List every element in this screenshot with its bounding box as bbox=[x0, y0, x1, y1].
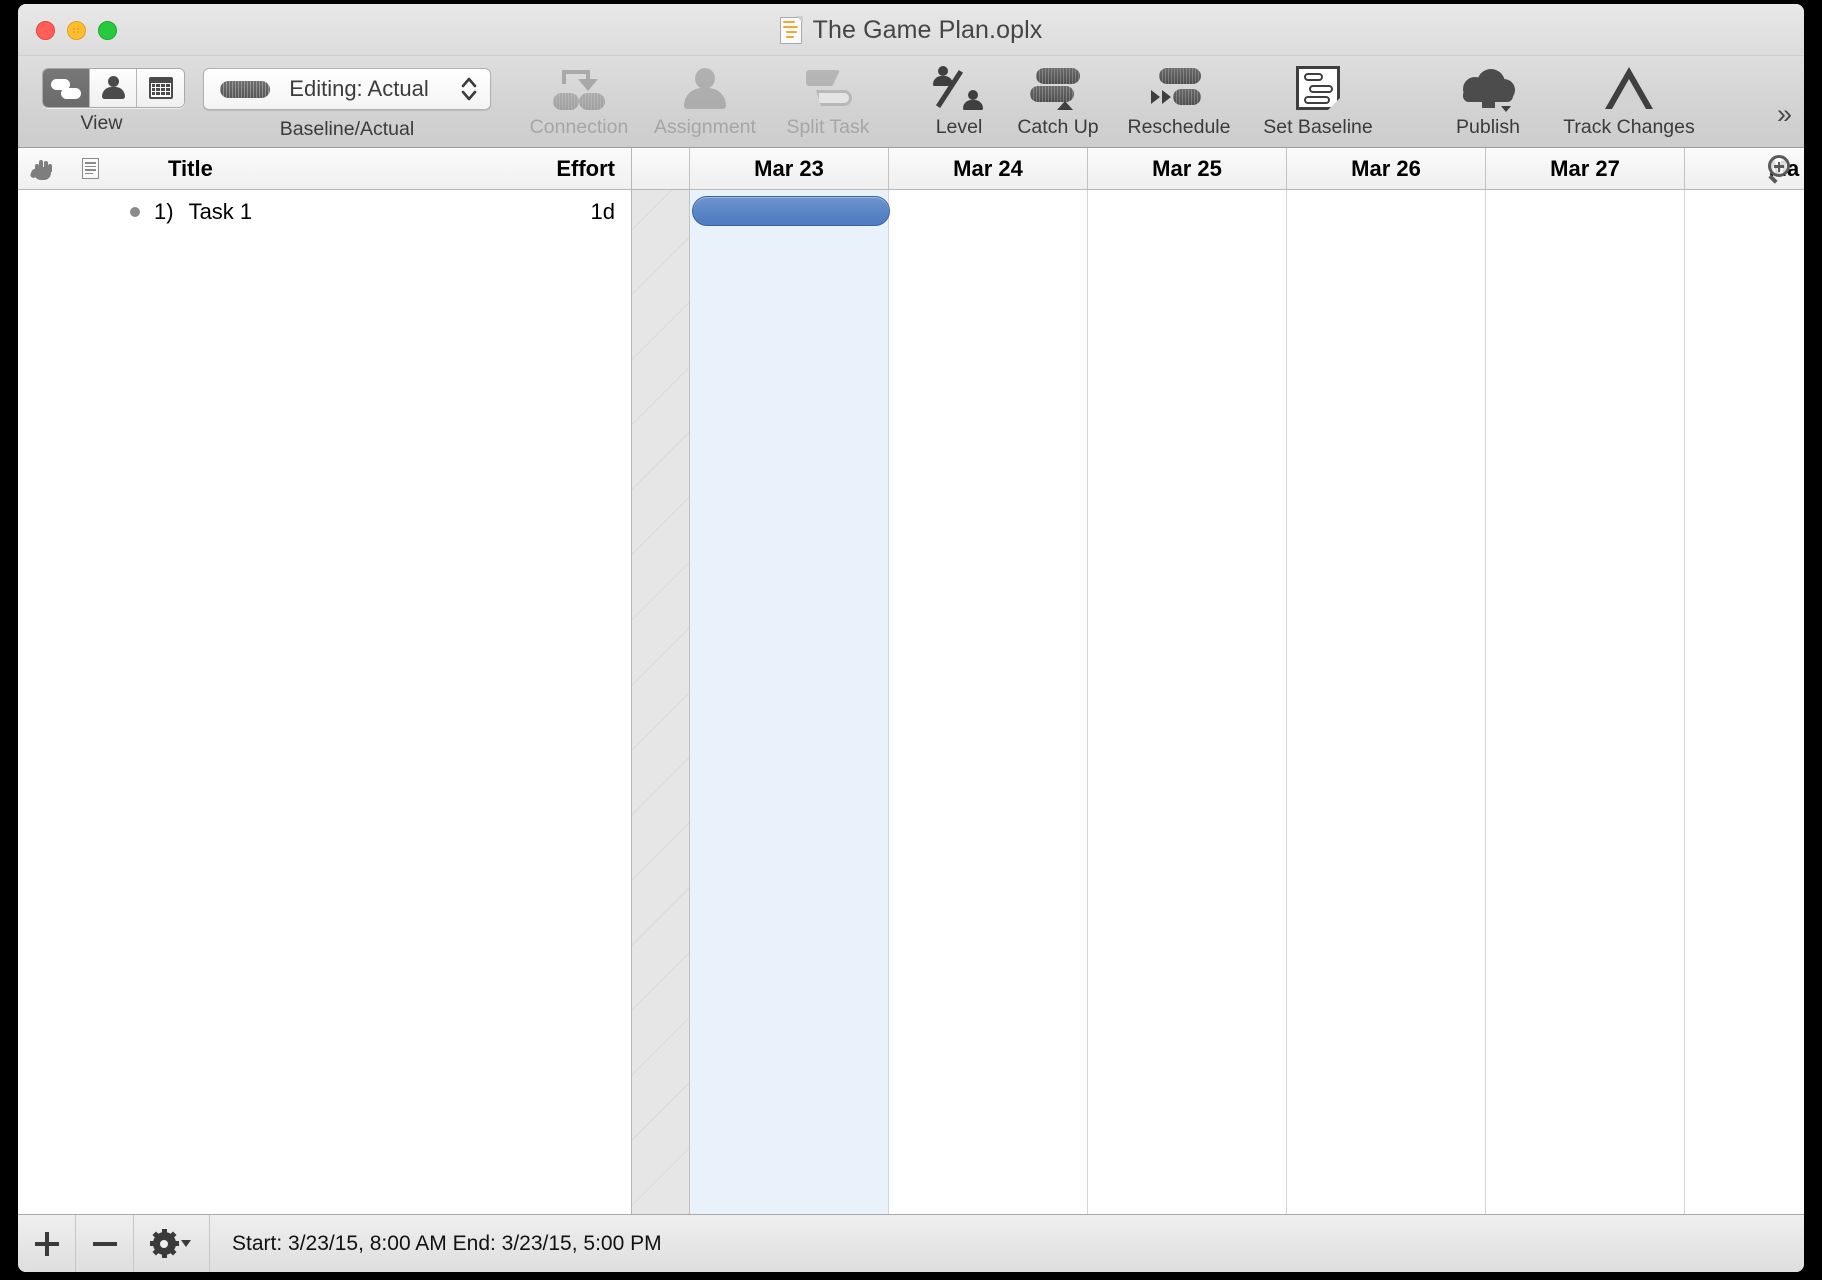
catch-up-icon bbox=[1030, 66, 1086, 110]
note-icon bbox=[81, 158, 99, 179]
toolbar-overflow-button[interactable]: » bbox=[1777, 99, 1792, 130]
track-changes-label: Track Changes bbox=[1563, 116, 1695, 138]
split-task-button[interactable]: Split Task bbox=[769, 63, 887, 143]
chevron-updown-icon bbox=[461, 77, 477, 101]
action-menu-button[interactable] bbox=[134, 1215, 210, 1272]
date-header-mar-27[interactable]: Mar 27 bbox=[1486, 148, 1685, 189]
task-outline: Title Effort 1) Task 1 1d bbox=[18, 148, 632, 1214]
title-column-header[interactable]: Title bbox=[114, 156, 556, 182]
set-baseline-icon bbox=[1296, 66, 1341, 111]
date-header-mar-25[interactable]: Mar 25 bbox=[1088, 148, 1287, 189]
task-number: 1) bbox=[154, 199, 174, 224]
level-button[interactable]: Level bbox=[915, 63, 1003, 143]
gantt-column-mar-24[interactable] bbox=[889, 190, 1088, 1214]
sidebar-item-calendar-view[interactable] bbox=[137, 68, 184, 107]
chevron-down-icon bbox=[180, 1240, 191, 1247]
bar-swatch-icon bbox=[220, 80, 270, 98]
note-column-header[interactable] bbox=[66, 158, 114, 179]
catch-up-button[interactable]: Catch Up bbox=[1003, 63, 1113, 143]
outline-empty-area[interactable] bbox=[18, 234, 631, 1214]
gantt-timeline-header: Mar 23 Mar 24 Mar 25 Mar 26 Mar 27 Ma bbox=[632, 148, 1804, 190]
set-baseline-label: Set Baseline bbox=[1263, 116, 1373, 138]
view-group-label: View bbox=[80, 112, 123, 134]
track-changes-button[interactable]: Track Changes bbox=[1541, 63, 1717, 143]
outline-header: Title Effort bbox=[18, 148, 631, 190]
gantt-chart: Mar 23 Mar 24 Mar 25 Mar 26 Mar 27 Ma bbox=[632, 148, 1804, 1214]
task-effort[interactable]: 1d bbox=[591, 199, 631, 225]
window-title: The Game Plan.oplx bbox=[812, 15, 1043, 44]
person-icon bbox=[102, 76, 125, 99]
connection-button[interactable]: Connection bbox=[517, 63, 641, 143]
date-header-mar-23[interactable]: Mar 23 bbox=[690, 148, 889, 189]
titlebar: The Game Plan.oplx bbox=[18, 4, 1804, 56]
level-icon bbox=[931, 66, 987, 110]
lock-column-header[interactable] bbox=[18, 158, 66, 180]
date-header-mar-24[interactable]: Mar 24 bbox=[889, 148, 1088, 189]
date-header-mar-26[interactable]: Mar 26 bbox=[1287, 148, 1486, 189]
publish-label: Publish bbox=[1456, 116, 1520, 138]
table-row[interactable]: 1) Task 1 1d bbox=[18, 190, 631, 234]
task-status-bullet bbox=[130, 207, 140, 217]
remove-task-button[interactable] bbox=[76, 1215, 134, 1272]
stepper-icon[interactable] bbox=[454, 74, 484, 104]
status-bar: Start: 3/23/15, 8:00 AM End: 3/23/15, 5:… bbox=[18, 1214, 1804, 1272]
status-text: Start: 3/23/15, 8:00 AM End: 3/23/15, 5:… bbox=[232, 1231, 662, 1255]
non-working-gutter bbox=[632, 190, 690, 1214]
baseline-actual-popup[interactable]: Editing: Actual bbox=[203, 68, 491, 110]
main-content: Title Effort 1) Task 1 1d Mar 23 Mar 24 … bbox=[18, 148, 1804, 1214]
gantt-column-mar-27[interactable] bbox=[1486, 190, 1685, 1214]
app-window: The Game Plan.oplx View Editing: Actual … bbox=[18, 4, 1804, 1272]
baseline-actual-group: Editing: Actual Baseline/Actual bbox=[203, 66, 491, 141]
hand-icon bbox=[29, 158, 53, 180]
minus-icon bbox=[92, 1241, 117, 1246]
connection-label: Connection bbox=[529, 116, 629, 138]
add-task-button[interactable] bbox=[18, 1215, 76, 1272]
gantt-column-mar-26[interactable] bbox=[1287, 190, 1486, 1214]
reschedule-button[interactable]: Reschedule bbox=[1113, 63, 1245, 143]
gantt-grid[interactable] bbox=[632, 190, 1804, 1214]
gantt-icon bbox=[51, 77, 81, 99]
zoom-in-icon[interactable] bbox=[1768, 155, 1796, 184]
assignment-label: Assignment bbox=[654, 116, 756, 138]
baseline-actual-label: Baseline/Actual bbox=[279, 118, 415, 140]
set-baseline-button[interactable]: Set Baseline bbox=[1245, 63, 1391, 143]
gantt-column-mar-23[interactable] bbox=[690, 190, 889, 1214]
connection-icon bbox=[551, 66, 607, 110]
document-icon bbox=[779, 15, 803, 44]
publish-cloud-icon bbox=[1459, 65, 1517, 112]
baseline-actual-value: Editing: Actual bbox=[289, 76, 429, 101]
reschedule-icon bbox=[1151, 68, 1207, 108]
split-task-icon bbox=[802, 68, 854, 108]
reschedule-label: Reschedule bbox=[1127, 116, 1231, 138]
sidebar-item-resource-view[interactable] bbox=[90, 68, 137, 107]
catch-up-label: Catch Up bbox=[1017, 116, 1099, 138]
publish-button[interactable]: Publish bbox=[1435, 63, 1541, 143]
level-label: Level bbox=[935, 116, 983, 138]
view-segmented-control[interactable] bbox=[42, 67, 185, 108]
task-title[interactable]: Task 1 bbox=[189, 199, 591, 225]
calendar-icon bbox=[148, 76, 173, 99]
sidebar-item-gantt-view[interactable] bbox=[43, 68, 90, 107]
window-title-group: The Game Plan.oplx bbox=[18, 4, 1804, 56]
gantt-gutter-header bbox=[632, 148, 690, 189]
plus-icon bbox=[34, 1231, 59, 1256]
gantt-column-mar-25[interactable] bbox=[1088, 190, 1287, 1214]
assignment-button[interactable]: Assignment bbox=[641, 63, 769, 143]
track-changes-icon bbox=[1605, 67, 1653, 109]
effort-column-header[interactable]: Effort bbox=[556, 156, 631, 182]
view-group: View bbox=[18, 63, 185, 143]
split-task-label: Split Task bbox=[786, 116, 870, 138]
assignment-icon bbox=[683, 67, 727, 109]
gear-icon bbox=[149, 1229, 179, 1258]
toolbar: View Editing: Actual Baseline/Actual Con… bbox=[18, 56, 1804, 148]
gantt-column-mar-28[interactable] bbox=[1685, 190, 1804, 1214]
